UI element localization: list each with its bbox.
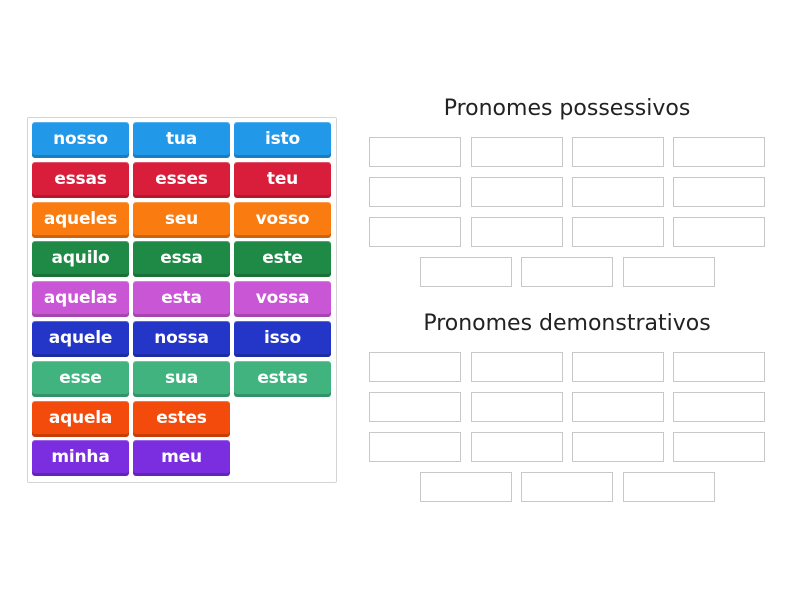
drop-slot-possessivos[interactable] <box>471 217 563 247</box>
drop-slot-possessivos[interactable] <box>420 257 512 287</box>
drop-slot-possessivos[interactable] <box>369 137 461 167</box>
drop-slot-possessivos[interactable] <box>521 257 613 287</box>
word-tile[interactable]: essa <box>133 241 230 278</box>
drop-slot-demonstrativos[interactable] <box>623 472 715 502</box>
drop-slot-possessivos[interactable] <box>673 177 765 207</box>
drop-slot-demonstrativos[interactable] <box>369 392 461 422</box>
drop-slot-demonstrativos[interactable] <box>471 392 563 422</box>
word-tile[interactable]: este <box>234 241 331 278</box>
word-tile[interactable]: esta <box>133 281 230 318</box>
word-tile[interactable]: aqueles <box>32 201 129 238</box>
drop-slot-possessivos[interactable] <box>673 137 765 167</box>
word-tile[interactable]: esse <box>32 360 129 397</box>
word-tile[interactable]: tua <box>133 122 230 158</box>
word-tile[interactable]: aquelas <box>32 281 129 318</box>
drop-slot-possessivos[interactable] <box>471 177 563 207</box>
word-tile[interactable]: estes <box>133 400 230 437</box>
drop-slot-demonstrativos[interactable] <box>673 392 765 422</box>
drop-slot-demonstrativos[interactable] <box>420 472 512 502</box>
word-tile[interactable]: isso <box>234 321 331 357</box>
drop-slot-possessivos[interactable] <box>369 177 461 207</box>
word-tile[interactable]: aquilo <box>32 241 129 278</box>
drop-slot-demonstrativos[interactable] <box>369 352 461 382</box>
drop-slot-possessivos[interactable] <box>623 257 715 287</box>
drop-slot-possessivos[interactable] <box>572 177 664 207</box>
drop-slot-demonstrativos[interactable] <box>572 432 664 462</box>
word-tile[interactable]: esses <box>133 161 230 198</box>
drop-slot-possessivos[interactable] <box>369 217 461 247</box>
drop-slot-demonstrativos[interactable] <box>572 352 664 382</box>
word-tile[interactable]: meu <box>133 440 230 477</box>
group-title-possessivos: Pronomes possessivos <box>443 96 691 121</box>
drop-slot-demonstrativos[interactable] <box>673 352 765 382</box>
drop-slot-demonstrativos[interactable] <box>369 432 461 462</box>
word-tile[interactable]: minha <box>32 440 129 477</box>
word-tile[interactable]: nosso <box>32 122 129 158</box>
drop-slot-demonstrativos[interactable] <box>521 472 613 502</box>
drop-slot-possessivos[interactable] <box>572 217 664 247</box>
drop-slot-possessivos[interactable] <box>572 137 664 167</box>
drop-slot-possessivos[interactable] <box>471 137 563 167</box>
word-tile[interactable]: estas <box>234 360 331 397</box>
drop-slot-demonstrativos[interactable] <box>572 392 664 422</box>
word-tile[interactable]: aquela <box>32 400 129 437</box>
word-tile[interactable]: vosso <box>234 201 331 238</box>
word-tile[interactable]: essas <box>32 161 129 198</box>
word-tile[interactable]: isto <box>234 122 331 158</box>
drop-slot-demonstrativos[interactable] <box>471 432 563 462</box>
word-tile[interactable]: teu <box>234 161 331 198</box>
word-tile[interactable]: vossa <box>234 281 331 318</box>
drop-slot-possessivos[interactable] <box>673 217 765 247</box>
group-title-demonstrativos: Pronomes demonstrativos <box>423 311 711 336</box>
word-tile[interactable]: seu <box>133 201 230 238</box>
word-tile[interactable]: sua <box>133 360 230 397</box>
drop-slot-demonstrativos[interactable] <box>471 352 563 382</box>
drop-slot-demonstrativos[interactable] <box>673 432 765 462</box>
word-tile[interactable]: nossa <box>133 321 230 357</box>
word-tile[interactable]: aquele <box>32 321 129 357</box>
